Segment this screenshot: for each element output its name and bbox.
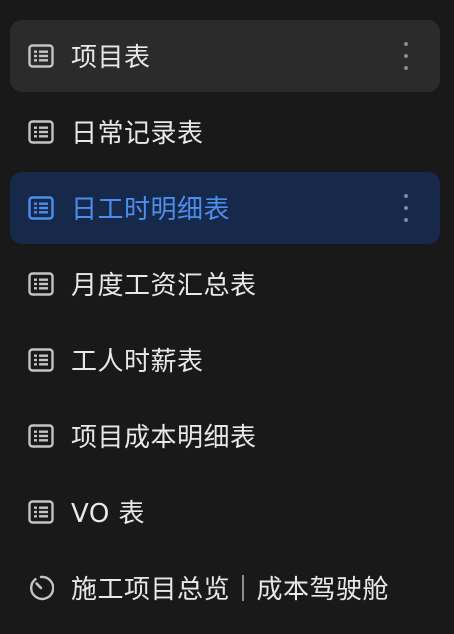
sidebar-item-label: VO 表 — [71, 498, 146, 529]
sidebar-item-vo-table[interactable]: VO 表 — [10, 476, 440, 548]
sidebar-item-label: 项目表 — [71, 42, 151, 73]
more-options-icon[interactable] — [402, 194, 410, 222]
sidebar-item-monthly-salary-table[interactable]: 月度工资汇总表 — [10, 248, 440, 320]
sidebar-item-daily-hours-table[interactable]: 日工时明细表 — [10, 172, 440, 244]
more-options-icon[interactable] — [402, 42, 410, 70]
sidebar-item-project-table[interactable]: 项目表 — [10, 20, 440, 92]
sidebar-nav: 项目表 日常记录表 日工时明细表 月度工资汇总表 工人时薪表 项目成本明细表 V… — [0, 0, 454, 634]
dashboard-gauge-icon — [28, 575, 54, 601]
sidebar-item-label: 施工项目总览｜成本驾驶舱 — [71, 574, 390, 605]
sidebar-item-label: 日常记录表 — [71, 118, 204, 149]
sidebar-item-label: 月度工资汇总表 — [71, 270, 257, 301]
sidebar-item-daily-log-table[interactable]: 日常记录表 — [10, 96, 440, 168]
table-icon — [28, 423, 54, 449]
table-icon — [28, 119, 54, 145]
sidebar-item-project-cost-table[interactable]: 项目成本明细表 — [10, 400, 440, 472]
table-icon — [28, 43, 54, 69]
sidebar-item-label: 日工时明细表 — [71, 194, 231, 225]
table-icon — [28, 347, 54, 373]
sidebar-item-label: 工人时薪表 — [71, 346, 204, 377]
sidebar-item-worker-hourly-wage-table[interactable]: 工人时薪表 — [10, 324, 440, 396]
sidebar-item-cost-dashboard[interactable]: 施工项目总览｜成本驾驶舱 — [10, 552, 440, 624]
table-icon — [28, 195, 54, 221]
table-icon — [28, 499, 54, 525]
table-icon — [28, 271, 54, 297]
sidebar-item-label: 项目成本明细表 — [71, 422, 257, 453]
